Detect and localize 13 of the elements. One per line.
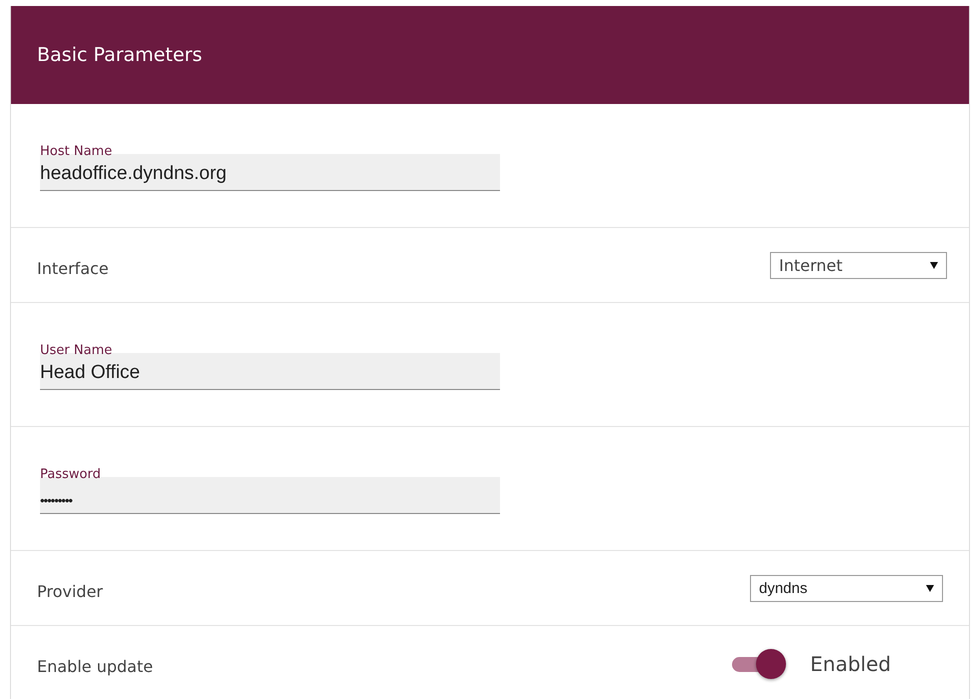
field-label: Enable update xyxy=(37,656,153,676)
field-label: Interface xyxy=(37,258,109,278)
field-label: Provider xyxy=(37,580,103,600)
dropdown[interactable]: Internet xyxy=(770,252,947,278)
toggle-switch[interactable] xyxy=(732,648,786,678)
caret-icon xyxy=(930,262,938,268)
input-field[interactable]: ••••••••• xyxy=(40,477,500,514)
caret-icon xyxy=(926,584,934,592)
input-field[interactable]: Head Office xyxy=(40,353,500,390)
panel-title: Basic Parameters xyxy=(37,44,202,66)
dropdown[interactable]: dyndns xyxy=(750,574,943,602)
toggle-state-text: Enabled xyxy=(810,652,891,676)
input-field[interactable]: headoffice.dyndns.org xyxy=(40,154,500,191)
